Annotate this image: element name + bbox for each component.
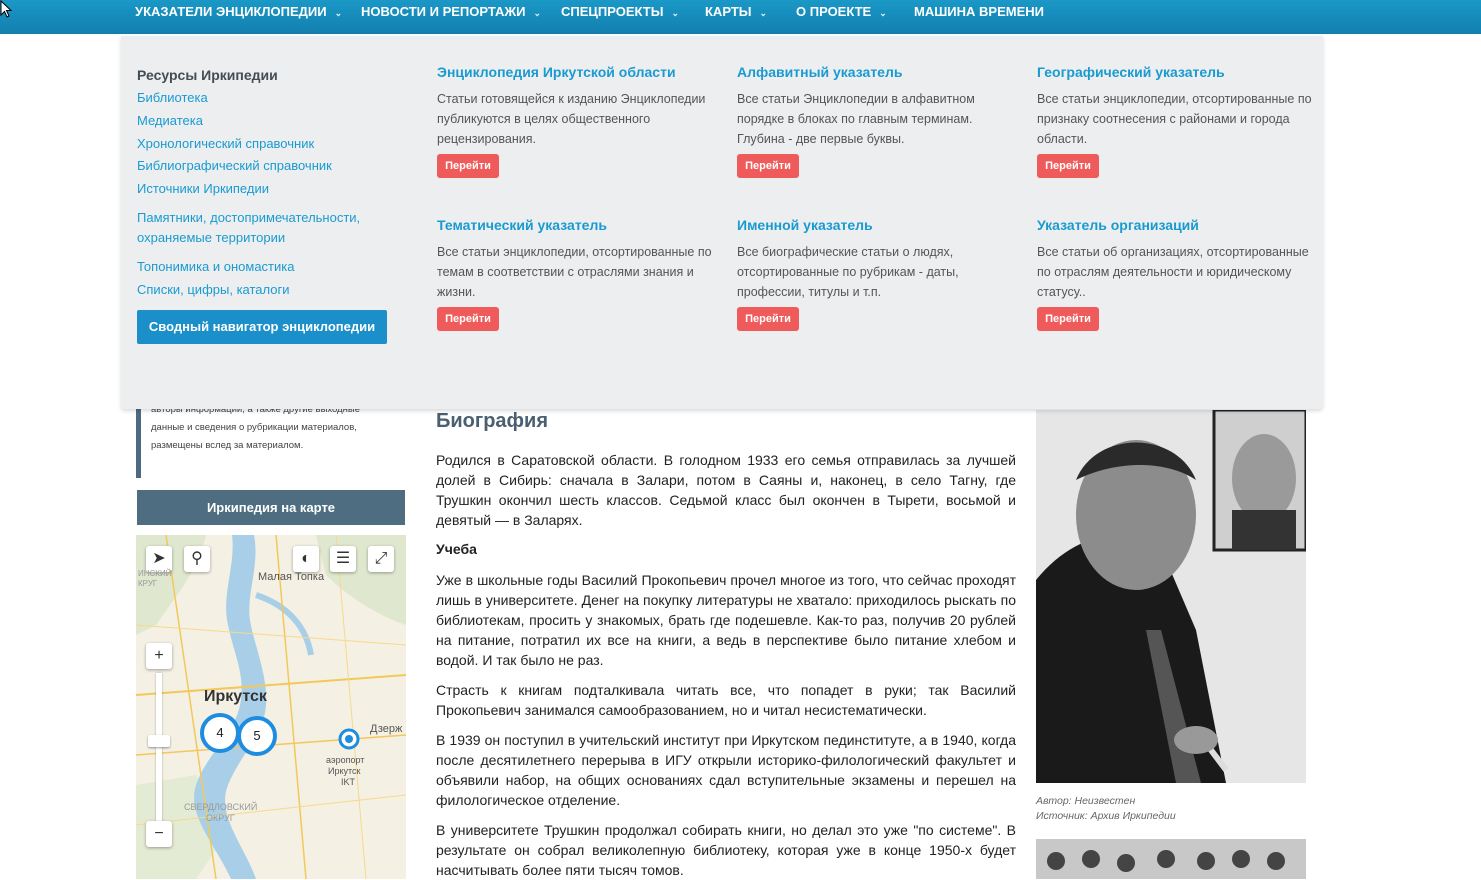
nav-label: МАШИНА ВРЕМЕНИ bbox=[914, 4, 1044, 19]
article-paragraph: Уже в школьные годы Василий Прокопьевич … bbox=[436, 572, 1016, 668]
resource-link-monuments[interactable]: Памятники, достопримечательности, охраня… bbox=[137, 208, 397, 248]
article-subheading: Учеба bbox=[436, 541, 477, 557]
zoom-out-button[interactable]: − bbox=[146, 821, 172, 847]
group-photo-image bbox=[1036, 839, 1306, 879]
card-title-link[interactable]: Указатель организаций bbox=[1037, 215, 1317, 235]
index-card: Географический указатель Все статьи энци… bbox=[1037, 62, 1317, 178]
group-photo[interactable] bbox=[1036, 839, 1306, 879]
map-label: СВЕРДЛОВСКИЙ bbox=[184, 802, 258, 812]
map-label: КРУГ bbox=[138, 579, 158, 588]
go-button[interactable]: Перейти bbox=[437, 154, 499, 178]
nav-label: КАРТЫ bbox=[705, 4, 752, 19]
article-paragraph: В 1939 он поступил в учительский институ… bbox=[436, 732, 1016, 808]
chevron-down-icon: ⌄ bbox=[879, 8, 887, 18]
zoom-in-button[interactable]: + bbox=[146, 643, 172, 669]
article-paragraph: Страсть к книгам подталкивала читать все… bbox=[436, 682, 1016, 718]
card-title-link[interactable]: Энциклопедия Иркутской области bbox=[437, 62, 717, 82]
encyclopedia-indexes-dropdown: Ресурсы Иркипедии Библиотека Медиатека Х… bbox=[121, 36, 1323, 409]
map-label: Иркутск bbox=[328, 766, 361, 776]
chevron-down-icon: ⌄ bbox=[334, 8, 343, 18]
resource-link-toponymy[interactable]: Топонимика и ономастика bbox=[137, 257, 397, 277]
card-title-link[interactable]: Алфавитный указатель bbox=[737, 62, 1017, 82]
resource-link-library[interactable]: Библиотека bbox=[137, 88, 397, 108]
resource-link-chronology[interactable]: Хронологический справочник bbox=[137, 134, 397, 154]
chevron-down-icon: ⌄ bbox=[533, 8, 542, 18]
search-icon[interactable]: ⚲ bbox=[184, 546, 210, 572]
traffic-icon[interactable]: ◐ bbox=[293, 546, 319, 572]
card-description: Все статьи об организациях, отсортирован… bbox=[1037, 245, 1309, 299]
nav-label: НОВОСТИ И РЕПОРТАЖИ bbox=[361, 4, 526, 19]
card-description: Статьи готовящейся к изданию Энциклопеди… bbox=[437, 92, 706, 146]
resource-link-sources[interactable]: Источники Иркипедии bbox=[137, 179, 397, 199]
card-title-link[interactable]: Именной указатель bbox=[737, 215, 1017, 235]
map-label: ОКРУГ bbox=[206, 813, 235, 823]
card-description: Все статьи энциклопедии, отсортированные… bbox=[1037, 92, 1312, 146]
index-card: Энциклопедия Иркутской области Статьи го… bbox=[437, 62, 717, 178]
map-label: IKT bbox=[341, 777, 356, 787]
card-title-link[interactable]: Тематический указатель bbox=[437, 215, 717, 235]
photo-author: Автор: Неизвестен bbox=[1036, 795, 1136, 807]
nav-label: О ПРОЕКТЕ bbox=[796, 4, 872, 19]
chevron-down-icon: ⌄ bbox=[759, 8, 768, 18]
map-background bbox=[136, 535, 406, 879]
card-description: Все статьи Энциклопедии в алфавитном пор… bbox=[737, 92, 975, 146]
top-navigation: УКАЗАТЕЛИ ЭНЦИКЛОПЕДИИ ⌄ НОВОСТИ И РЕПОРТ… bbox=[0, 0, 1481, 34]
nav-item-maps[interactable]: КАРТЫ ⌄ bbox=[705, 0, 767, 24]
nav-item-news[interactable]: НОВОСТИ И РЕПОРТАЖИ ⌄ bbox=[361, 0, 541, 24]
nav-item-time-machine[interactable]: МАШИНА ВРЕМЕНИ bbox=[914, 0, 1044, 24]
layers-icon[interactable]: ☰ bbox=[330, 546, 356, 572]
nav-item-special-projects[interactable]: СПЕЦПРОЕКТЫ ⌄ bbox=[561, 0, 679, 24]
map-cluster[interactable]: 5 bbox=[237, 716, 277, 756]
portrait-photo[interactable] bbox=[1036, 410, 1306, 783]
resources-title: Ресурсы Иркипедии bbox=[137, 67, 278, 83]
map-label: аэропорт bbox=[326, 755, 365, 765]
go-button[interactable]: Перейти bbox=[437, 307, 499, 331]
note-line: данные и сведения о рубрикации материало… bbox=[151, 422, 357, 433]
go-button[interactable]: Перейти bbox=[1037, 154, 1099, 178]
go-button[interactable]: Перейти bbox=[1037, 307, 1099, 331]
photo-source: Источник: Архив Иркипедии bbox=[1036, 810, 1176, 822]
nav-item-about[interactable]: О ПРОЕКТЕ ⌄ bbox=[796, 0, 887, 24]
fullscreen-icon[interactable]: ⤢ bbox=[368, 546, 394, 572]
map-widget[interactable]: ➤ ⚲ ◐ ☰ ⤢ + − ИНСКИЙ КРУГ Малая Топка Ир… bbox=[136, 535, 406, 879]
article-paragraph: В университете Трушкин продолжал собират… bbox=[436, 822, 1016, 878]
zoom-slider-handle[interactable] bbox=[148, 735, 170, 747]
resource-link-media[interactable]: Медиатека bbox=[137, 111, 397, 131]
map-cluster[interactable]: 4 bbox=[200, 713, 240, 753]
note-line: размещены вслед за материалом. bbox=[151, 440, 304, 451]
card-description: Все статьи энциклопедии, отсортированные… bbox=[437, 245, 712, 299]
rubric-note: авторы информации, а также другие выходн… bbox=[136, 400, 410, 478]
resource-link-lists[interactable]: Списки, цифры, каталоги bbox=[137, 280, 397, 300]
summary-navigator-button[interactable]: Сводный навигатор энциклопедии bbox=[137, 310, 387, 344]
map-label: ИНСКИЙ bbox=[138, 569, 172, 578]
card-title-link[interactable]: Географический указатель bbox=[1037, 62, 1317, 82]
card-description: Все биографические статьи о людях, отсор… bbox=[737, 245, 959, 299]
map-city-label: Иркутск bbox=[204, 688, 267, 705]
map-label: Дзерж bbox=[370, 723, 403, 735]
nav-label: СПЕЦПРОЕКТЫ bbox=[561, 4, 664, 19]
map-pin-icon[interactable] bbox=[338, 728, 360, 750]
nav-label: УКАЗАТЕЛИ ЭНЦИКЛОПЕДИИ bbox=[135, 4, 327, 19]
mouse-cursor-icon bbox=[0, 0, 12, 18]
index-card: Именной указатель Все биографические ста… bbox=[737, 215, 1017, 331]
article-paragraph: Родился в Саратовской области. В голодно… bbox=[436, 452, 1016, 528]
resource-link-bibliography[interactable]: Библиографический справочник bbox=[137, 156, 397, 176]
irkipedia-map-button[interactable]: Иркипедия на карте bbox=[137, 490, 405, 525]
go-button[interactable]: Перейти bbox=[737, 307, 799, 331]
zoom-slider[interactable] bbox=[156, 673, 162, 823]
index-card: Алфавитный указатель Все статьи Энциклоп… bbox=[737, 62, 1017, 178]
index-card: Тематический указатель Все статьи энцикл… bbox=[437, 215, 717, 331]
nav-item-encyclopedia-indexes[interactable]: УКАЗАТЕЛИ ЭНЦИКЛОПЕДИИ ⌄ bbox=[135, 0, 342, 24]
portrait-image bbox=[1036, 410, 1306, 783]
section-title: Биография bbox=[436, 410, 549, 432]
map-label: Малая Топка bbox=[258, 571, 325, 583]
index-card: Указатель организаций Все статьи об орга… bbox=[1037, 215, 1317, 331]
chevron-down-icon: ⌄ bbox=[671, 8, 679, 18]
go-button[interactable]: Перейти bbox=[737, 154, 799, 178]
